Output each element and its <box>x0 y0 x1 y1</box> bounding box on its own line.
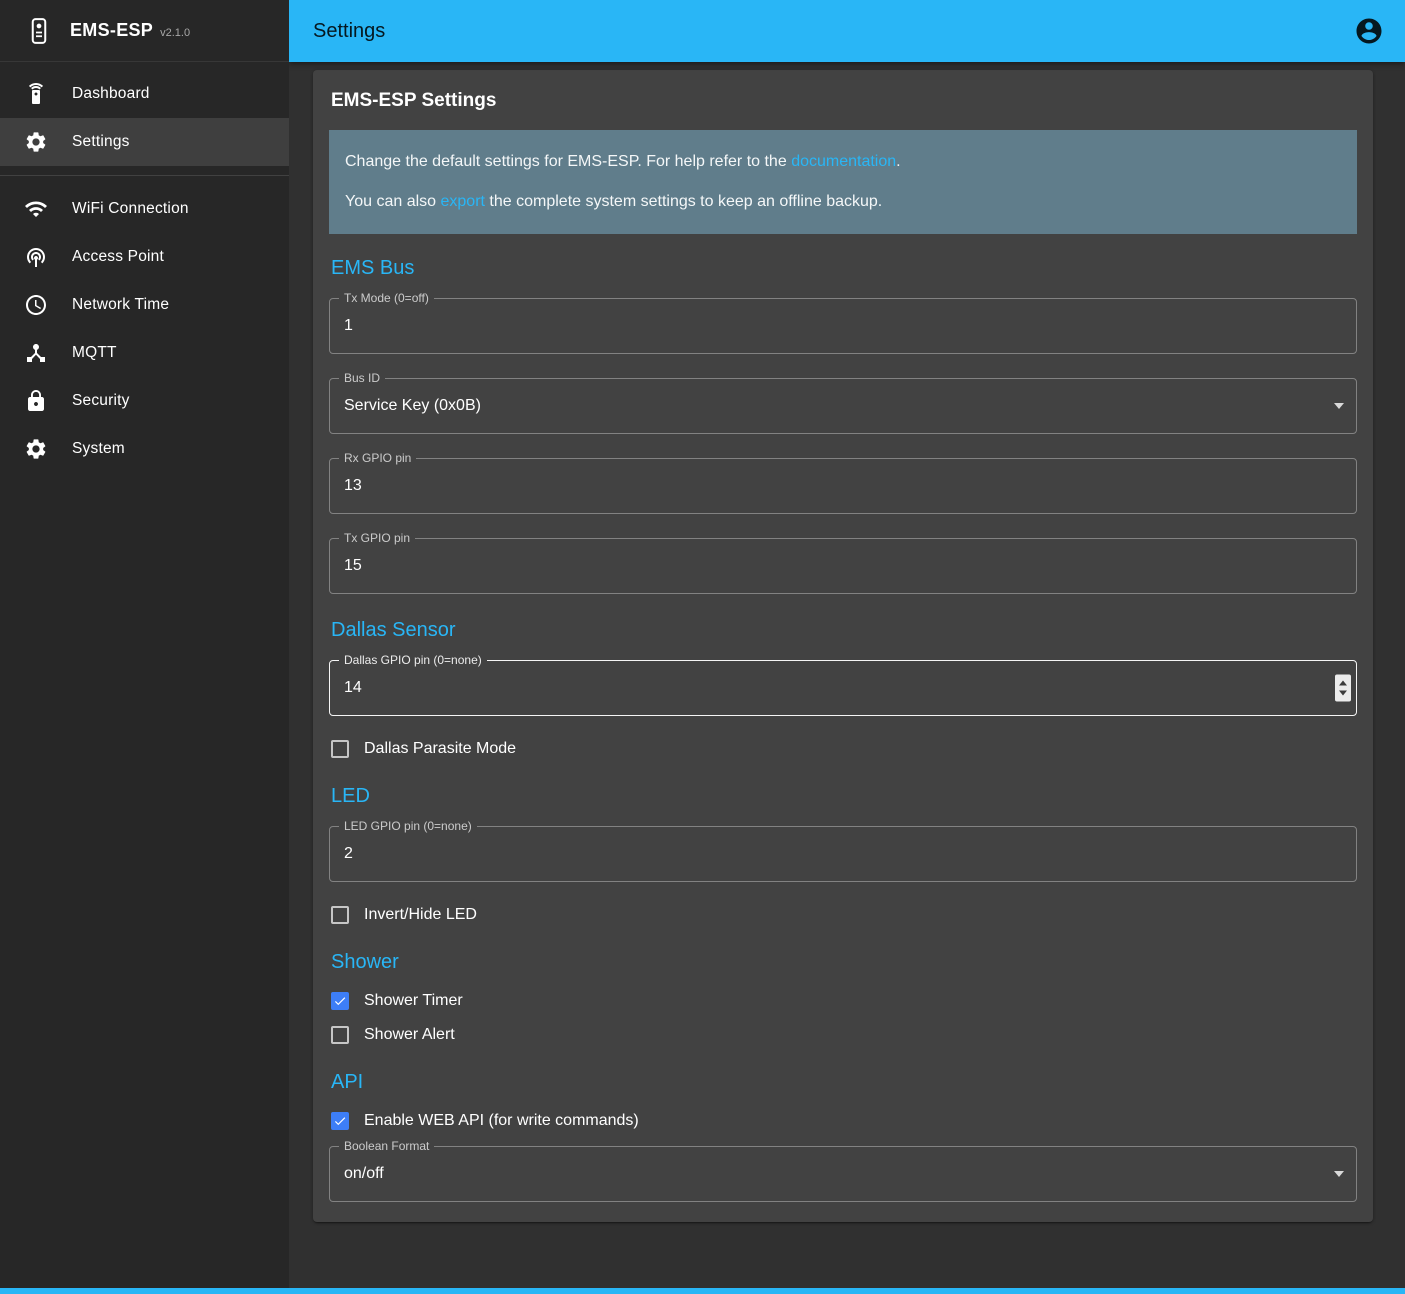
checkmark-icon <box>333 1113 347 1129</box>
section-title-dallas: Dallas Sensor <box>331 618 1357 642</box>
sidebar-divider <box>0 175 289 176</box>
spinner-up-icon[interactable] <box>1339 681 1347 686</box>
enable-api-checkbox[interactable] <box>331 1112 349 1130</box>
dallas-parasite-label: Dallas Parasite Mode <box>364 740 516 758</box>
dashboard-icon <box>24 82 48 106</box>
sidebar-item-label: Network Time <box>72 296 169 314</box>
documentation-link[interactable]: documentation <box>791 153 896 170</box>
account-circle-icon <box>1354 16 1384 46</box>
tx-mode-input[interactable] <box>330 299 1356 353</box>
sidebar-item-access-point[interactable]: Access Point <box>0 233 289 281</box>
sidebar-item-label: System <box>72 440 125 458</box>
invert-led-row[interactable]: Invert/Hide LED <box>331 902 1357 928</box>
sidebar-item-dashboard[interactable]: Dashboard <box>0 70 289 118</box>
lock-icon <box>24 389 48 413</box>
app-bar: Settings <box>289 0 1405 62</box>
app-logo-icon <box>22 14 56 48</box>
bus-id-label: Bus ID <box>339 371 385 385</box>
sidebar-item-security[interactable]: Security <box>0 377 289 425</box>
dallas-gpio-field: Dallas GPIO pin (0=none) <box>329 660 1357 716</box>
section-title-ems-bus: EMS Bus <box>331 256 1357 280</box>
spinner-down-icon[interactable] <box>1339 691 1347 696</box>
app-name: EMS-ESP <box>70 20 153 41</box>
wifi-icon <box>24 197 48 221</box>
device-hub-icon <box>24 341 48 365</box>
shower-alert-checkbox[interactable] <box>331 1026 349 1044</box>
settings-gear-icon <box>24 130 48 154</box>
shower-alert-label: Shower Alert <box>364 1026 455 1044</box>
shower-alert-row[interactable]: Shower Alert <box>331 1022 1357 1048</box>
bottom-accent-strip <box>0 1288 1405 1294</box>
clock-icon <box>24 293 48 317</box>
boolean-format-label: Boolean Format <box>339 1139 434 1153</box>
page-title: Settings <box>313 20 1349 43</box>
app-version: v2.1.0 <box>160 23 190 39</box>
tx-mode-label: Tx Mode (0=off) <box>339 291 434 305</box>
info-line-2: You can also export the complete system … <box>345 190 1341 214</box>
main-content: EMS-ESP Settings Change the default sett… <box>289 0 1405 1222</box>
sidebar-item-system[interactable]: System <box>0 425 289 473</box>
system-gear-icon <box>24 437 48 461</box>
tx-gpio-field: Tx GPIO pin <box>329 538 1357 594</box>
boolean-format-value: on/off <box>330 1165 384 1183</box>
dropdown-caret-icon <box>1334 1171 1344 1177</box>
dallas-parasite-checkbox[interactable] <box>331 740 349 758</box>
account-button[interactable] <box>1349 11 1389 51</box>
sidebar-item-wifi-connection[interactable]: WiFi Connection <box>0 185 289 233</box>
sidebar-item-label: WiFi Connection <box>72 200 189 218</box>
shower-timer-row[interactable]: Shower Timer <box>331 988 1357 1014</box>
sidebar-item-network-time[interactable]: Network Time <box>0 281 289 329</box>
sidebar-item-label: Settings <box>72 133 130 151</box>
section-title-led: LED <box>331 784 1357 808</box>
invert-led-checkbox[interactable] <box>331 906 349 924</box>
led-gpio-label: LED GPIO pin (0=none) <box>339 819 477 833</box>
enable-api-row[interactable]: Enable WEB API (for write commands) <box>331 1108 1357 1134</box>
settings-card: EMS-ESP Settings Change the default sett… <box>313 70 1373 1222</box>
sidebar-item-mqtt[interactable]: MQTT <box>0 329 289 377</box>
sidebar-item-settings[interactable]: Settings <box>0 118 289 166</box>
sidebar-header: EMS-ESP v2.1.0 <box>0 0 289 62</box>
rx-gpio-label: Rx GPIO pin <box>339 451 416 465</box>
sidebar-item-label: Dashboard <box>72 85 150 103</box>
bus-id-select[interactable]: Bus ID Service Key (0x0B) <box>329 378 1357 434</box>
bus-id-value: Service Key (0x0B) <box>330 397 481 415</box>
info-text: . <box>896 153 900 170</box>
sidebar-nav: Dashboard Settings WiFi Connection Acces… <box>0 62 289 473</box>
dropdown-caret-icon <box>1334 403 1344 409</box>
section-title-api: API <box>331 1070 1357 1094</box>
tx-mode-field: Tx Mode (0=off) <box>329 298 1357 354</box>
export-link[interactable]: export <box>441 193 485 210</box>
info-line-1: Change the default settings for EMS-ESP.… <box>345 150 1341 174</box>
sidebar-item-label: MQTT <box>72 344 117 362</box>
card-title: EMS-ESP Settings <box>331 90 1357 112</box>
invert-led-label: Invert/Hide LED <box>364 906 477 924</box>
rx-gpio-field: Rx GPIO pin <box>329 458 1357 514</box>
info-text: the complete system settings to keep an … <box>489 193 882 210</box>
enable-api-label: Enable WEB API (for write commands) <box>364 1112 639 1130</box>
info-text: You can also <box>345 193 436 210</box>
boolean-format-select[interactable]: Boolean Format on/off <box>329 1146 1357 1202</box>
dallas-gpio-input[interactable] <box>330 661 1356 715</box>
info-text: Change the default settings for EMS-ESP.… <box>345 153 787 170</box>
tx-gpio-label: Tx GPIO pin <box>339 531 415 545</box>
section-title-shower: Shower <box>331 950 1357 974</box>
led-gpio-input[interactable] <box>330 827 1356 881</box>
tx-gpio-input[interactable] <box>330 539 1356 593</box>
info-box: Change the default settings for EMS-ESP.… <box>329 130 1357 234</box>
shower-timer-label: Shower Timer <box>364 992 463 1010</box>
led-gpio-field: LED GPIO pin (0=none) <box>329 826 1357 882</box>
wifi-tethering-icon <box>24 245 48 269</box>
sidebar-item-label: Security <box>72 392 130 410</box>
dallas-gpio-label: Dallas GPIO pin (0=none) <box>339 653 487 667</box>
checkmark-icon <box>333 993 347 1009</box>
sidebar: EMS-ESP v2.1.0 Dashboard Settings WiFi C… <box>0 0 289 1294</box>
shower-timer-checkbox[interactable] <box>331 992 349 1010</box>
sidebar-item-label: Access Point <box>72 248 164 266</box>
rx-gpio-input[interactable] <box>330 459 1356 513</box>
dallas-parasite-row[interactable]: Dallas Parasite Mode <box>331 736 1357 762</box>
number-spinner[interactable] <box>1335 675 1351 702</box>
